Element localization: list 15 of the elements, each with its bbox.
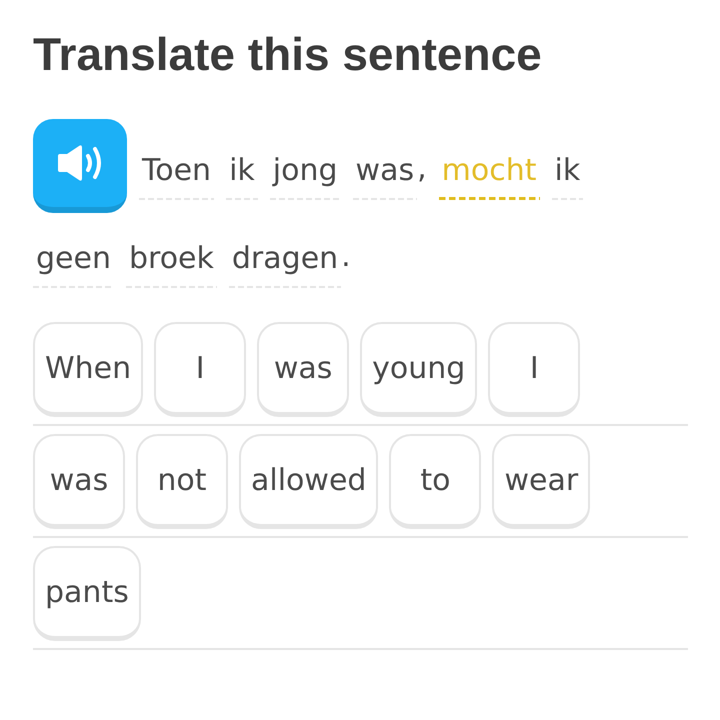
word-tile[interactable]: was: [33, 434, 125, 529]
word-tile[interactable]: I: [154, 322, 246, 417]
word-tile[interactable]: young: [360, 322, 478, 417]
word-tile[interactable]: When: [33, 322, 144, 417]
word-tile[interactable]: was: [257, 322, 350, 417]
punctuation: ,: [417, 151, 427, 188]
word-tile[interactable]: I: [488, 322, 580, 417]
speaker-button[interactable]: [33, 119, 127, 213]
punctuation: .: [341, 239, 351, 276]
exercise-title: Translate this sentence: [33, 27, 543, 82]
word-tile[interactable]: not: [136, 434, 228, 529]
word-tile[interactable]: pants: [33, 546, 141, 641]
word-tile[interactable]: to: [389, 434, 482, 529]
word-tile[interactable]: allowed: [239, 434, 378, 529]
word-tile[interactable]: wear: [492, 434, 590, 529]
